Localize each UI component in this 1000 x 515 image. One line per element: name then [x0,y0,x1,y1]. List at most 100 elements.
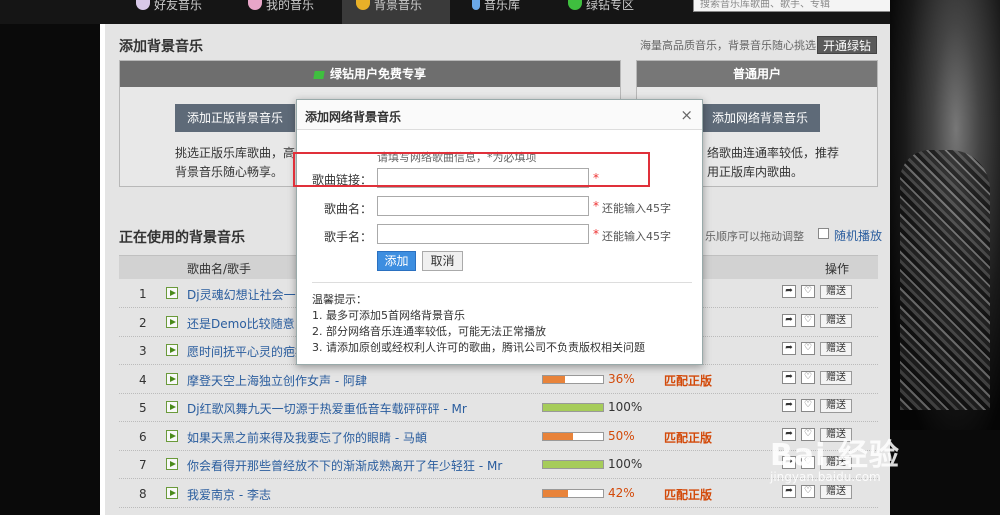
gift-button[interactable]: 赠送 [820,370,852,385]
user-icon [248,0,262,10]
heart-icon[interactable]: ♡ [801,370,815,384]
share-icon[interactable]: ➦ [782,285,796,298]
note-icon [472,0,480,10]
connectivity-bar [542,374,604,384]
top-nav: 好友音乐 我的音乐 背景音乐 音乐库 绿钻专区 搜索音乐库歌曲、歌手、专辑 [0,0,1000,24]
nav-music-library[interactable]: 音乐库 [472,0,552,24]
add-network-music-button[interactable]: 添加网络背景音乐 [700,104,820,132]
song-name-link[interactable]: 如果天黑之前来得及我要忘了你的眼睛 - 马頔 [187,429,527,446]
gift-button[interactable]: 赠送 [820,285,852,299]
add-licensed-music-button[interactable]: 添加正版背景音乐 [175,104,295,132]
song-name-input[interactable] [377,196,589,216]
required-star: * [593,199,599,213]
play-icon[interactable] [166,287,178,299]
play-icon[interactable] [166,315,178,328]
random-play-checkbox[interactable] [818,228,829,239]
add-section-hint: 海量高品质音乐，背景音乐随心挑选 [640,39,816,52]
connectivity-bar [542,488,604,498]
using-section-title: 正在使用的背景音乐 [119,230,245,246]
connectivity-bar [542,431,604,441]
nav-bg-music[interactable]: 背景音乐 [342,0,450,24]
singer-name-label: 歌手名： [323,230,372,244]
heart-icon[interactable]: ♡ [801,399,815,412]
connectivity-percent: 100% [608,400,643,414]
match-licensed-link[interactable]: 匹配正版 [664,372,712,389]
nav-label: 背景音乐 [374,0,423,12]
heart-icon[interactable]: ♡ [801,313,815,327]
share-icon[interactable]: ➦ [782,313,796,327]
play-icon[interactable] [166,372,178,385]
song-name-link[interactable]: 你会看得开那些曾经放不下的渐渐成熟离开了年少轻狂 - Mr [187,457,527,474]
play-icon[interactable] [166,486,178,499]
row-number: 2 [139,315,147,330]
connectivity-fill [543,432,573,440]
nav-label: 音乐库 [484,0,521,12]
normal-box-text: 络歌曲连通率较低，推荐 用正版库内歌曲。 [707,146,840,179]
watermark-url: jingyan.baidu.com [770,470,881,484]
drag-hint: 乐顺序可以拖动调整 [705,230,804,243]
heart-icon[interactable]: ♡ [801,484,815,498]
table-row: 6 如果天黑之前来得及我要忘了你的眼睛 - 马頔 50% 匹配正版 ➦ ♡ 赠送 [119,423,878,451]
play-icon[interactable] [166,401,178,413]
background-photo [890,0,1000,430]
play-icon[interactable] [166,344,178,356]
share-icon[interactable]: ➦ [782,370,796,384]
table-row: 8 我爱南京 - 李志 42% 匹配正版 ➦ ♡ 赠送 [119,480,878,508]
gift-button[interactable]: 赠送 [820,484,852,499]
connectivity-percent: 100% [608,457,643,471]
connectivity-percent: 36% [608,371,635,386]
play-icon[interactable] [166,458,178,470]
gift-button[interactable]: 赠送 [820,342,852,356]
share-icon[interactable]: ➦ [782,484,796,498]
share-icon[interactable]: ➦ [782,342,796,355]
highlight-box [293,152,650,187]
table-row: 5 Dj红歌风舞九天一切源于热爱重低音车载砰砰砰 - Mr 100% ➦ ♡ 赠送 [119,394,878,422]
nav-my-music[interactable]: 我的音乐 [248,0,338,24]
table-row: 7 你会看得开那些曾经放不下的渐渐成熟离开了年少轻狂 - Mr 100% ➦ ♡ 赠送 [119,451,878,479]
match-licensed-link[interactable]: 匹配正版 [664,486,712,503]
connectivity-fill [543,404,603,411]
row-number: 8 [139,486,147,501]
col-song: 歌曲名/歌手 [187,262,252,276]
dialog-title: 添加网络背景音乐 [305,110,402,124]
user-icon [136,0,150,10]
open-green-diamond-button[interactable]: 开通绿钻 [817,36,877,54]
share-icon[interactable]: ➦ [782,399,796,412]
singer-name-input[interactable] [377,224,589,244]
nav-label: 我的音乐 [266,0,315,12]
song-name-label: 歌曲名： [323,202,372,216]
nav-green-diamond[interactable]: 绿钻专区 [568,0,668,24]
row-number: 3 [139,344,147,358]
gift-button[interactable]: 赠送 [820,399,852,413]
connectivity-percent: 42% [608,485,635,500]
random-play-label[interactable]: 随机播放 [834,227,882,244]
gift-button[interactable]: 赠送 [820,313,852,328]
vip-box-header: 绿钻用户免费专享 [120,61,620,87]
col-action: 操作 [825,262,850,276]
match-licensed-link[interactable]: 匹配正版 [664,429,712,446]
heart-icon[interactable]: ♡ [801,342,815,355]
song-name-link[interactable]: Dj红歌风舞九天一切源于热爱重低音车载砰砰砰 - Mr [187,400,527,417]
normal-box-header: 普通用户 [637,61,877,87]
gem-icon [568,0,582,10]
connectivity-fill [543,375,565,383]
tips-title: 温馨提示： [312,293,367,306]
cancel-button[interactable]: 取消 [422,251,463,271]
nav-friends-music[interactable]: 好友音乐 [136,0,226,24]
play-icon[interactable] [166,429,178,442]
dialog-divider [312,282,692,283]
add-button[interactable]: 添加 [377,251,416,271]
search-input[interactable]: 搜索音乐库歌曲、歌手、专辑 [693,0,893,12]
close-icon[interactable]: × [680,106,693,124]
song-name-link[interactable]: 我爱南京 - 李志 [187,486,527,503]
connectivity-bar [542,403,604,412]
row-number: 5 [139,401,147,415]
song-name-link[interactable]: 摩登天空上海独立创作女声 - 阿肆 [187,372,527,389]
vip-box-title: 绿钻用户免费专享 [329,67,426,81]
row-number: 7 [139,458,147,472]
heart-icon[interactable]: ♡ [801,285,815,298]
row-number: 1 [139,287,147,301]
row-number: 4 [139,372,147,387]
watermark-brand: Bai 经验 [770,438,900,473]
gem-icon [313,70,325,79]
